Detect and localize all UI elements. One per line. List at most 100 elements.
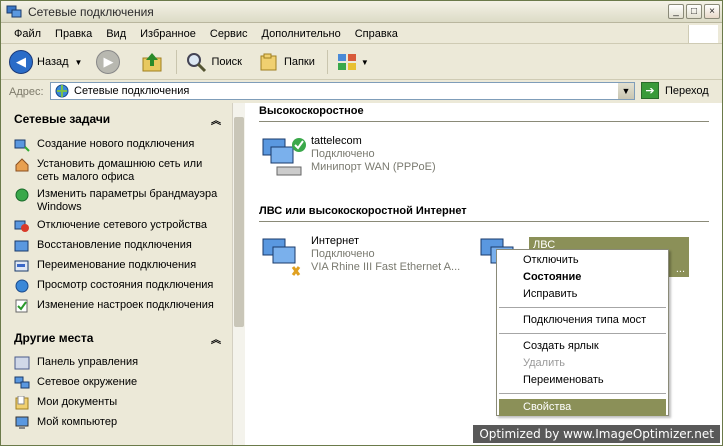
up-folder-icon — [142, 53, 162, 72]
menu-favorites[interactable]: Избранное — [133, 28, 203, 40]
address-label: Адрес: — [9, 85, 44, 98]
disable-device-icon — [14, 220, 29, 232]
collapse-icon[interactable]: ︽ — [211, 331, 221, 346]
views-dropdown-icon: ▼ — [360, 57, 369, 67]
menu-separator — [499, 307, 666, 308]
task-firewall[interactable]: Изменить параметры брандмауэра Windows — [14, 188, 224, 214]
back-dropdown-icon[interactable]: ▼ — [75, 58, 83, 67]
network-tasks-header[interactable]: Сетевые задачи ︽ — [8, 109, 227, 129]
close-button[interactable]: × — [704, 4, 720, 19]
task-repair[interactable]: Восстановление подключения — [14, 239, 192, 253]
repair-icon — [14, 240, 29, 252]
explorer-window: Сетевые подключения _ □ × Файл Правка Ви… — [0, 0, 723, 446]
search-label: Поиск — [211, 56, 242, 68]
views-button[interactable]: ▼ — [336, 52, 369, 72]
task-change-settings[interactable]: Изменение настроек подключения — [14, 299, 214, 313]
view-status-icon — [15, 279, 29, 293]
control-panel-icon — [14, 356, 30, 370]
search-button[interactable]: Поиск — [185, 51, 242, 73]
connection-status: Подключено — [311, 148, 375, 160]
place-network-neighborhood[interactable]: Сетевое окружение — [14, 376, 137, 390]
connection-status: Подключено — [311, 248, 375, 260]
network-tasks-title: Сетевые задачи — [14, 112, 111, 126]
task-home-network[interactable]: Установить домашнюю сеть или сеть малого… — [14, 158, 214, 184]
toolbar: ◀ Назад ▼ ▶ Поиск Папки ▼ — [1, 45, 722, 80]
context-menu: Отключить Состояние Исправить Подключени… — [496, 249, 669, 416]
task-disable-device[interactable]: Отключение сетевого устройства — [14, 219, 207, 233]
connection-device: VIA Rhine III Fast Ethernet A... — [311, 261, 461, 273]
menu-properties[interactable]: Свойства — [523, 401, 571, 413]
lan-connection-icon — [262, 238, 301, 276]
watermark: Optimized by www.ImageOptimizer.net — [473, 425, 720, 443]
go-button[interactable]: ➔ Переход — [641, 82, 709, 99]
menu-create-shortcut[interactable]: Создать ярлык — [523, 340, 599, 352]
group-highspeed-title: Высокоскоростное — [259, 105, 364, 117]
connection-internet[interactable]: Интернет Подключено VIA Rhine III Fast E… — [259, 235, 460, 283]
address-value: Сетевые подключения — [74, 85, 190, 97]
network-connections-icon — [55, 84, 69, 98]
address-bar: Адрес: Сетевые подключения ▼ ➔ Переход — [1, 81, 722, 102]
task-view-status[interactable]: Просмотр состояния подключения — [14, 279, 213, 293]
group-divider — [259, 121, 709, 122]
my-documents-icon — [15, 396, 29, 410]
address-input[interactable]: Сетевые подключения ▼ — [50, 82, 635, 100]
scroll-thumb[interactable] — [234, 117, 244, 327]
connection-tattelecom[interactable]: tattelecom Подключено Минипорт WAN (PPPo… — [259, 135, 436, 183]
task-rename[interactable]: Переименование подключения — [14, 259, 196, 273]
broadband-connection-icon — [262, 138, 306, 176]
menu-tools[interactable]: Сервис — [203, 28, 255, 40]
home-network-icon — [15, 158, 29, 172]
connection-name: Интернет — [311, 235, 359, 247]
title-bar[interactable]: Сетевые подключения _ □ × — [1, 1, 722, 23]
rename-icon — [14, 260, 29, 272]
up-folder-button[interactable] — [140, 51, 164, 73]
menu-help[interactable]: Справка — [348, 28, 405, 40]
window-title: Сетевые подключения — [28, 4, 154, 19]
firewall-icon — [15, 188, 29, 202]
search-icon — [187, 53, 207, 73]
folders-button[interactable]: Папки — [258, 51, 315, 73]
task-new-connection[interactable]: Создание нового подключения — [14, 138, 194, 152]
other-places-title: Другие места — [14, 331, 94, 345]
views-icon — [337, 54, 356, 70]
address-dropdown-icon[interactable]: ▼ — [618, 83, 634, 99]
toolbar-separator — [326, 50, 328, 74]
other-places-header[interactable]: Другие места ︽ — [8, 328, 227, 348]
place-control-panel[interactable]: Панель управления — [14, 356, 138, 370]
go-arrow-icon: ➔ — [641, 82, 659, 99]
menu-separator — [499, 333, 666, 334]
menu-bridge[interactable]: Подключения типа мост — [523, 314, 646, 326]
place-my-documents[interactable]: Мои документы — [14, 396, 117, 410]
left-scrollbar[interactable] — [232, 103, 245, 445]
connection-name: tattelecom — [311, 135, 362, 147]
toolbar-separator — [176, 50, 178, 74]
connection-device: Минипорт WAN (PPPoE) — [311, 161, 436, 173]
menu-file[interactable]: Файл — [7, 28, 48, 40]
forward-button[interactable]: ▶ — [96, 50, 121, 74]
connection-device: ... — [675, 263, 685, 275]
new-connection-icon — [14, 139, 30, 152]
folders-label: Папки — [283, 56, 315, 68]
go-label: Переход — [665, 84, 709, 97]
maximize-button[interactable]: □ — [686, 4, 702, 19]
network-neighborhood-icon — [14, 376, 30, 389]
menu-edit[interactable]: Правка — [48, 28, 99, 40]
menu-repair[interactable]: Исправить — [523, 288, 577, 300]
place-my-computer[interactable]: Мой компьютер — [14, 416, 117, 430]
my-computer-icon — [15, 416, 29, 429]
menu-disconnect[interactable]: Отключить — [523, 254, 579, 266]
back-label: Назад — [37, 56, 69, 68]
group-divider — [259, 221, 709, 222]
menu-advanced[interactable]: Дополнительно — [255, 28, 348, 40]
minimize-button[interactable]: _ — [668, 4, 684, 19]
network-connections-icon — [6, 5, 22, 17]
menu-delete: Удалить — [523, 357, 565, 369]
menu-status[interactable]: Состояние — [523, 271, 581, 283]
menu-rename[interactable]: Переименовать — [523, 374, 604, 386]
collapse-icon[interactable]: ︽ — [211, 112, 221, 127]
folders-icon — [260, 53, 277, 71]
menu-view[interactable]: Вид — [99, 28, 133, 40]
task-pane: Сетевые задачи ︽ Создание нового подключ… — [1, 103, 232, 445]
forward-arrow-icon: ▶ — [96, 50, 121, 74]
back-button[interactable]: ◀ Назад ▼ — [9, 50, 82, 74]
